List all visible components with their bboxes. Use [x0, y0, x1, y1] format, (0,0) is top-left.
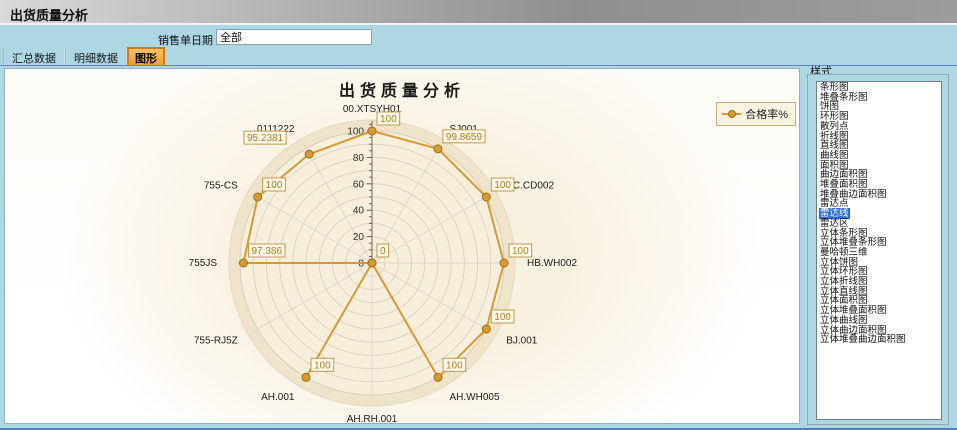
- window-title-bar: 出货质量分析: [0, 0, 957, 25]
- data-point-755-RJ5Z: [368, 259, 376, 267]
- value-label: 100: [494, 312, 511, 323]
- data-point-SC.CD002: [482, 193, 490, 201]
- value-label: 97.386: [251, 246, 282, 257]
- value-label: 100: [512, 246, 529, 257]
- axis-label-AH.RH.001: AH.RH.001: [347, 414, 398, 423]
- data-point-AH.WH005: [434, 373, 442, 381]
- data-point-AH.001: [302, 373, 310, 381]
- svg-text:100: 100: [347, 127, 364, 138]
- chart-legend: 合格率%: [716, 102, 796, 126]
- axis-label-HB.WH002: HB.WH002: [527, 258, 577, 269]
- axis-label-AH.001: AH.001: [261, 392, 295, 403]
- date-filter-input[interactable]: [216, 29, 372, 45]
- app-window: 出货质量分析 销售单日期 汇总数据明细数据图形 02040608010000.X…: [0, 0, 957, 430]
- axis-label-755-RJ5Z: 755-RJ5Z: [194, 336, 238, 347]
- tab-1[interactable]: 汇总数据: [3, 48, 65, 65]
- tab-2[interactable]: 明细数据: [65, 48, 127, 65]
- filter-bar: 销售单日期: [0, 27, 957, 48]
- date-filter-label: 销售单日期: [158, 32, 213, 48]
- value-label: 95.2381: [247, 133, 284, 144]
- data-point-00.XTSYH01: [368, 127, 376, 135]
- value-label: 0: [380, 246, 386, 257]
- value-label: 100: [266, 180, 283, 191]
- style-groupbox: 条形图堆叠条形图饼图环形图散列点折线图直线图曲线图面积图曲边面积图堆叠面积图堆叠…: [807, 74, 949, 425]
- data-point-0111222: [305, 150, 313, 158]
- legend-line-marker-icon: [722, 113, 741, 115]
- svg-text:80: 80: [353, 153, 365, 164]
- svg-text:60: 60: [353, 179, 365, 190]
- tab-3[interactable]: 图形: [127, 47, 165, 65]
- value-label: 100: [380, 114, 397, 125]
- data-point-BJ.001: [482, 325, 490, 333]
- chart-style-listbox[interactable]: 条形图堆叠条形图饼图环形图散列点折线图直线图曲线图面积图曲边面积图堆叠面积图堆叠…: [816, 81, 942, 420]
- chart-panel: 02040608010000.XTSYH01SJ001SC.CD002HB.WH…: [4, 68, 800, 424]
- radar-chart: 02040608010000.XTSYH01SJ001SC.CD002HB.WH…: [5, 69, 799, 423]
- axis-label-AH.WH005: AH.WH005: [450, 392, 500, 403]
- data-point-HB.WH002: [500, 259, 508, 267]
- axis-label-BJ.001: BJ.001: [506, 336, 538, 347]
- value-label: 99.8659: [446, 132, 483, 143]
- chart-title: 出货质量分析: [5, 77, 799, 101]
- value-label: 100: [446, 360, 463, 371]
- axis-label-755JS: 755JS: [189, 258, 218, 269]
- data-point-755JS: [239, 259, 247, 267]
- data-point-SJ001: [434, 145, 442, 153]
- axis-label-755-CS: 755-CS: [204, 181, 238, 192]
- value-label: 100: [494, 180, 511, 191]
- style-option[interactable]: 立体堆叠曲边面积图: [819, 335, 941, 345]
- svg-text:20: 20: [353, 232, 365, 243]
- legend-series-label: 合格率%: [745, 106, 788, 122]
- svg-text:40: 40: [353, 206, 365, 217]
- page-title: 出货质量分析: [10, 5, 88, 24]
- data-point-755-CS: [254, 193, 262, 201]
- content-area: 02040608010000.XTSYH01SJ001SC.CD002HB.WH…: [0, 66, 957, 430]
- value-label: 100: [314, 360, 331, 371]
